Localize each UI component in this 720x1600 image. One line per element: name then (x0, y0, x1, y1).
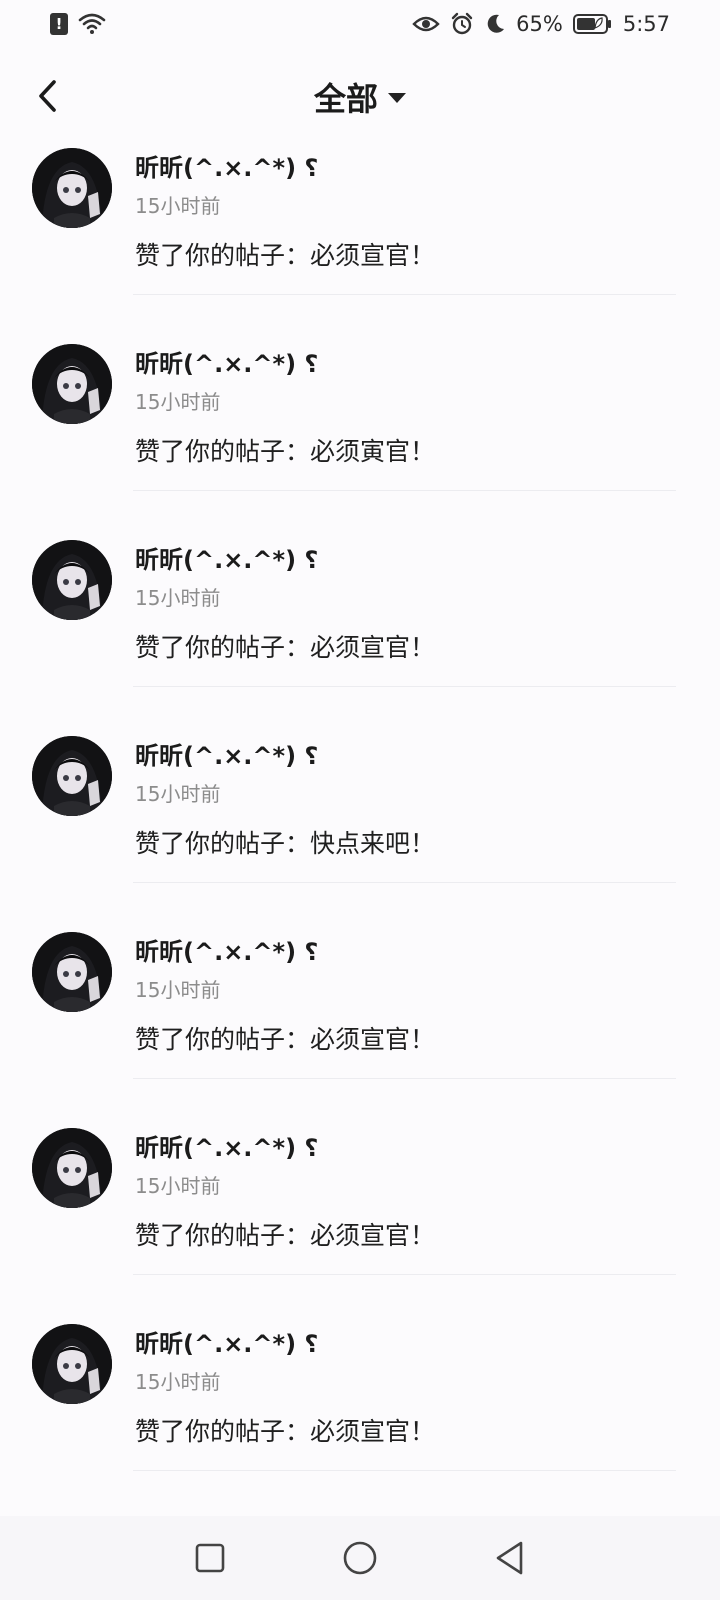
divider (133, 490, 676, 491)
notification-message[interactable]: 赞了你的帖子：必须宣官！ (135, 1412, 435, 1448)
username[interactable]: 昕昕(^.×.^*) ⸮ (135, 540, 318, 575)
battery-percent: 65% (516, 12, 563, 36)
list-item[interactable]: 昕昕(^.×.^*) ⸮ 15小时前赞了你的帖子：必须宣官！ (0, 140, 720, 336)
battery-icon (572, 14, 611, 34)
list-item[interactable]: 昕昕(^.×.^*) ⸮ 15小时前赞了你的帖子：必须宣官！ (0, 1316, 720, 1512)
avatar[interactable] (32, 736, 112, 816)
avatar[interactable] (32, 1128, 112, 1208)
divider (133, 1274, 676, 1275)
notification-message[interactable]: 赞了你的帖子：必须宣官！ (135, 1216, 435, 1252)
username[interactable]: 昕昕(^.×.^*) ⸮ (135, 148, 318, 183)
back-icon (496, 1541, 523, 1575)
list-item[interactable]: 昕昕(^.×.^*) ⸮ 15小时前赞了你的帖子：必须宣官！ (0, 1120, 720, 1316)
divider (133, 294, 676, 295)
wifi-icon (78, 13, 106, 34)
timestamp: 15小时前 (135, 1174, 221, 1198)
status-right: 65% 5:57 (412, 12, 670, 36)
status-left: ! (50, 13, 106, 35)
timestamp: 15小时前 (135, 194, 221, 218)
list-item[interactable]: 昕昕(^.×.^*) ⸮ 15小时前赞了你的帖子：必须宣官！ (0, 924, 720, 1120)
alarm-icon (451, 12, 473, 35)
back-arrow-icon (39, 80, 56, 112)
list-item[interactable]: 昕昕(^.×.^*) ⸮ 15小时前赞了你的帖子：必须寅官！ (0, 336, 720, 532)
notification-message[interactable]: 赞了你的帖子：必须宣官！ (135, 628, 435, 664)
status-time: 5:57 (622, 12, 670, 36)
status-bar: ! 65% 5:57 (0, 0, 720, 48)
timestamp: 15小时前 (135, 586, 221, 610)
timestamp: 15小时前 (135, 978, 221, 1002)
eye-icon (412, 16, 440, 32)
username[interactable]: 昕昕(^.×.^*) ⸮ (135, 344, 318, 379)
back-button[interactable] (26, 74, 70, 118)
list-item[interactable]: 昕昕(^.×.^*) ⸮ 15小时前赞了你的帖子：快点来吧！ (0, 728, 720, 924)
timestamp: 15小时前 (135, 390, 221, 414)
notification-message[interactable]: 赞了你的帖子：必须寅官！ (135, 432, 435, 468)
divider (133, 1078, 676, 1079)
avatar[interactable] (32, 148, 112, 228)
caret-down-icon (388, 93, 406, 103)
page-title: 全部 (313, 80, 378, 118)
notification-message[interactable]: 赞了你的帖子：必须宣官！ (135, 236, 435, 272)
title-dropdown[interactable]: 全部 (0, 62, 720, 132)
sim-alert-icon: ! (50, 13, 68, 35)
home-button[interactable] (340, 1538, 380, 1578)
top-bar: 全部 (0, 62, 720, 132)
navigation-bar (0, 1516, 720, 1600)
avatar[interactable] (32, 540, 112, 620)
divider (133, 882, 676, 883)
username[interactable]: 昕昕(^.×.^*) ⸮ (135, 736, 318, 771)
username[interactable]: 昕昕(^.×.^*) ⸮ (135, 1128, 318, 1163)
nav-back-button[interactable] (490, 1538, 530, 1578)
avatar[interactable] (32, 932, 112, 1012)
timestamp: 15小时前 (135, 782, 221, 806)
divider (133, 1470, 676, 1471)
notification-message[interactable]: 赞了你的帖子：快点来吧！ (135, 824, 435, 860)
home-icon (343, 1541, 377, 1575)
recent-apps-icon (195, 1543, 225, 1573)
timestamp: 15小时前 (135, 1370, 221, 1394)
notification-list: 昕昕(^.×.^*) ⸮ 15小时前 赞了你的帖子：必须宣官！ 昕昕(^.×.^*) … (0, 140, 720, 1512)
username[interactable]: 昕昕(^.×.^*) ⸮ (135, 932, 318, 967)
divider (133, 686, 676, 687)
avatar[interactable] (32, 1324, 112, 1404)
list-item[interactable]: 昕昕(^.×.^*) ⸮ 15小时前赞了你的帖子：必须宣官！ (0, 532, 720, 728)
username[interactable]: 昕昕(^.×.^*) ⸮ (135, 1324, 318, 1359)
moon-icon (487, 14, 505, 33)
avatar[interactable] (32, 344, 112, 424)
notification-message[interactable]: 赞了你的帖子：必须宣官！ (135, 1020, 435, 1056)
recent-apps-button[interactable] (190, 1538, 230, 1578)
